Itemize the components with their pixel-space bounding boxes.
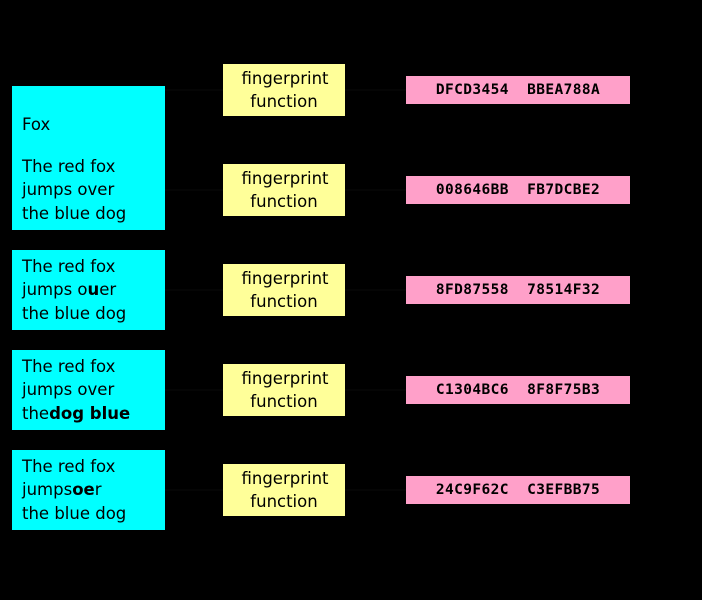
- input-text: jumps over: [22, 180, 115, 200]
- input-changed-text: oe: [72, 480, 95, 500]
- input-text: Fox: [22, 114, 51, 134]
- input-message-line: jumps over: [22, 378, 165, 402]
- arrow-function-to-hash: [345, 189, 406, 191]
- function-label-line1: fingerprint: [241, 268, 329, 288]
- input-text: The red fox: [22, 356, 116, 376]
- input-message-line: The red fox: [22, 455, 165, 479]
- input-text: the blue dog: [22, 303, 127, 323]
- input-text: jumps o: [22, 280, 88, 300]
- input-message-line: jumps over: [22, 178, 165, 202]
- hash-digest-box: C1304BC6 8F8F75B3: [406, 376, 630, 404]
- input-changed-text: u: [87, 280, 100, 300]
- input-message-line: the blue dog: [22, 302, 165, 326]
- fingerprint-function-box: fingerprint function: [223, 464, 345, 516]
- hash-function-diagram: Fox fingerprint function DFCD3454 BBEA788A T…: [0, 0, 702, 600]
- input-text: the blue dog: [22, 203, 127, 223]
- input-text: The red fox: [22, 256, 116, 276]
- hash-digest-box: DFCD3454 BBEA788A: [406, 76, 630, 104]
- input-changed-text: dog blue: [49, 403, 131, 423]
- input-message-line: thedog blue: [22, 402, 165, 426]
- hash-digest-box: 008646BB FB7DCBE2: [406, 176, 630, 204]
- input-message-box: The red fox jumps over thedog blue: [12, 350, 165, 430]
- input-message-line: the blue dog: [22, 502, 165, 526]
- fingerprint-function-box: fingerprint function: [223, 364, 345, 416]
- input-message-line: Fox: [22, 113, 50, 137]
- input-message-box: The red fox jumpsoer the blue dog: [12, 450, 165, 530]
- hash-row: The red fox jumps ouer the blue dog fingerp…: [0, 240, 702, 340]
- input-text: r: [94, 480, 102, 500]
- function-label-line1: fingerprint: [241, 468, 329, 488]
- input-message-line: jumpsoer: [22, 478, 165, 502]
- input-text: jumps over: [22, 380, 115, 400]
- function-label-line2: function: [250, 492, 318, 511]
- arrow-function-to-hash: [345, 489, 406, 491]
- function-label-line2: function: [250, 192, 318, 211]
- function-label-line2: function: [250, 92, 318, 111]
- fingerprint-function-box: fingerprint function: [223, 164, 345, 216]
- input-text: the blue dog: [22, 503, 127, 523]
- input-message-line: The red fox: [22, 155, 165, 179]
- input-message-line: jumps ouer: [22, 278, 165, 302]
- input-text: The red fox: [22, 456, 116, 476]
- arrow-input-to-function: [165, 389, 223, 391]
- input-message-line: The red fox: [22, 255, 165, 279]
- hash-row: The red fox jumpsoer the blue dog fingerpri…: [0, 440, 702, 540]
- hash-row: The red fox jumps over thedog blue fingerpr…: [0, 340, 702, 440]
- hash-row: Fox fingerprint function DFCD3454 BBEA788A: [0, 40, 702, 163]
- arrow-input-to-function: [165, 289, 223, 291]
- input-message-box: The red fox jumps over the blue dog: [12, 150, 165, 230]
- function-label-line1: fingerprint: [241, 368, 329, 388]
- function-label-line2: function: [250, 292, 318, 311]
- arrow-function-to-hash: [345, 289, 406, 291]
- function-label-line1: fingerprint: [241, 68, 329, 88]
- fingerprint-function-box: fingerprint function: [223, 264, 345, 316]
- arrow-function-to-hash: [345, 89, 406, 91]
- input-text: The red fox: [22, 156, 116, 176]
- hash-row: The red fox jumps over the blue dog fingerp…: [0, 140, 702, 240]
- input-message-line: The red fox: [22, 355, 165, 379]
- hash-digest-box: 24C9F62C C3EFBB75: [406, 476, 630, 504]
- arrow-function-to-hash: [345, 389, 406, 391]
- input-text: the: [22, 403, 50, 423]
- input-text: jumps: [22, 480, 73, 500]
- hash-digest-box: 8FD87558 78514F32: [406, 276, 630, 304]
- input-text: er: [99, 280, 117, 300]
- arrow-input-to-function: [165, 89, 223, 91]
- arrow-input-to-function: [165, 489, 223, 491]
- fingerprint-function-box: fingerprint function: [223, 64, 345, 116]
- input-message-box: The red fox jumps ouer the blue dog: [12, 250, 165, 330]
- input-message-line: the blue dog: [22, 202, 165, 226]
- function-label-line2: function: [250, 392, 318, 411]
- function-label-line1: fingerprint: [241, 168, 329, 188]
- arrow-input-to-function: [165, 189, 223, 191]
